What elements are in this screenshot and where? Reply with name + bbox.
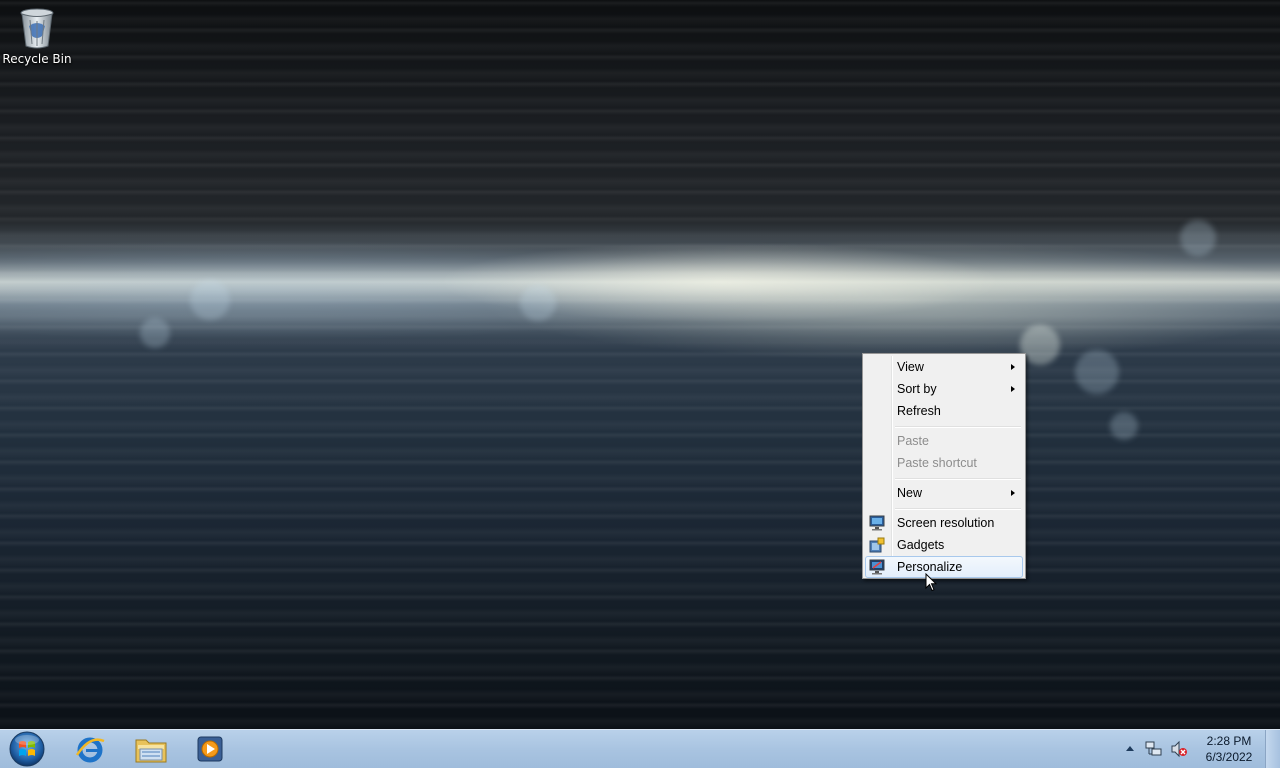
desktop-context-menu: View Sort by Refresh Paste Paste shortcu… [862, 353, 1026, 579]
menu-separator [895, 508, 1021, 510]
internet-explorer-icon [74, 733, 106, 768]
desktop[interactable]: Recycle Bin View Sort by Refresh Paste P… [0, 0, 1280, 768]
taskbar-media-player[interactable] [184, 733, 236, 765]
show-hidden-icons-button[interactable] [1126, 746, 1134, 751]
menu-item-label: Screen resolution [897, 516, 995, 530]
menu-item-refresh[interactable]: Refresh [865, 400, 1023, 422]
wallpaper-bokeh [1075, 350, 1119, 394]
menu-separator [895, 426, 1021, 428]
menu-item-view[interactable]: View [865, 356, 1023, 378]
taskbar-windows-explorer[interactable] [124, 733, 176, 765]
volume-muted-icon[interactable] [1170, 740, 1188, 758]
menu-item-paste-shortcut[interactable]: Paste shortcut [865, 452, 1023, 474]
folder-icon [134, 734, 168, 768]
submenu-arrow-icon [1011, 364, 1015, 370]
menu-item-sort-by[interactable]: Sort by [865, 378, 1023, 400]
mouse-cursor-icon [925, 572, 938, 592]
recycle-bin-label: Recycle Bin [2, 52, 72, 66]
wallpaper-bokeh [520, 285, 556, 321]
wallpaper-bokeh [1180, 220, 1216, 256]
gadgets-icon [869, 537, 885, 553]
menu-item-label: Gadgets [897, 538, 945, 552]
personalize-icon [869, 559, 885, 575]
show-desktop-button[interactable] [1265, 730, 1280, 768]
menu-item-label: Paste [897, 434, 929, 448]
wallpaper-bokeh [140, 318, 170, 348]
submenu-arrow-icon [1011, 386, 1015, 392]
menu-separator [895, 478, 1021, 480]
menu-item-personalize[interactable]: Personalize [865, 556, 1023, 578]
taskbar: 2:28 PM 6/3/2022 [0, 729, 1280, 768]
network-icon[interactable] [1145, 740, 1163, 758]
menu-item-new[interactable]: New [865, 482, 1023, 504]
media-player-icon [196, 735, 224, 767]
taskbar-internet-explorer[interactable] [64, 733, 116, 765]
menu-item-paste[interactable]: Paste [865, 430, 1023, 452]
submenu-arrow-icon [1011, 490, 1015, 496]
wallpaper-bokeh [1110, 412, 1138, 440]
recycle-bin-desktop-icon[interactable]: Recycle Bin [2, 6, 72, 66]
wallpaper-bokeh [190, 280, 230, 320]
menu-item-label: Sort by [897, 382, 937, 396]
menu-item-label: New [897, 486, 923, 500]
start-button[interactable] [8, 731, 46, 767]
menu-item-label: View [897, 360, 924, 374]
menu-item-label: Refresh [897, 404, 941, 418]
clock-date: 6/3/2022 [1205, 750, 1253, 764]
menu-item-screen-resolution[interactable]: Screen resolution [865, 512, 1023, 534]
recycle-bin-icon [17, 6, 57, 50]
clock-time: 2:28 PM [1206, 734, 1252, 748]
screen-resolution-icon [869, 515, 885, 531]
taskbar-clock[interactable]: 2:28 PM 6/3/2022 [1198, 733, 1260, 765]
menu-item-gadgets[interactable]: Gadgets [865, 534, 1023, 556]
menu-item-label: Paste shortcut [897, 456, 977, 470]
wallpaper-bokeh [1020, 325, 1060, 365]
